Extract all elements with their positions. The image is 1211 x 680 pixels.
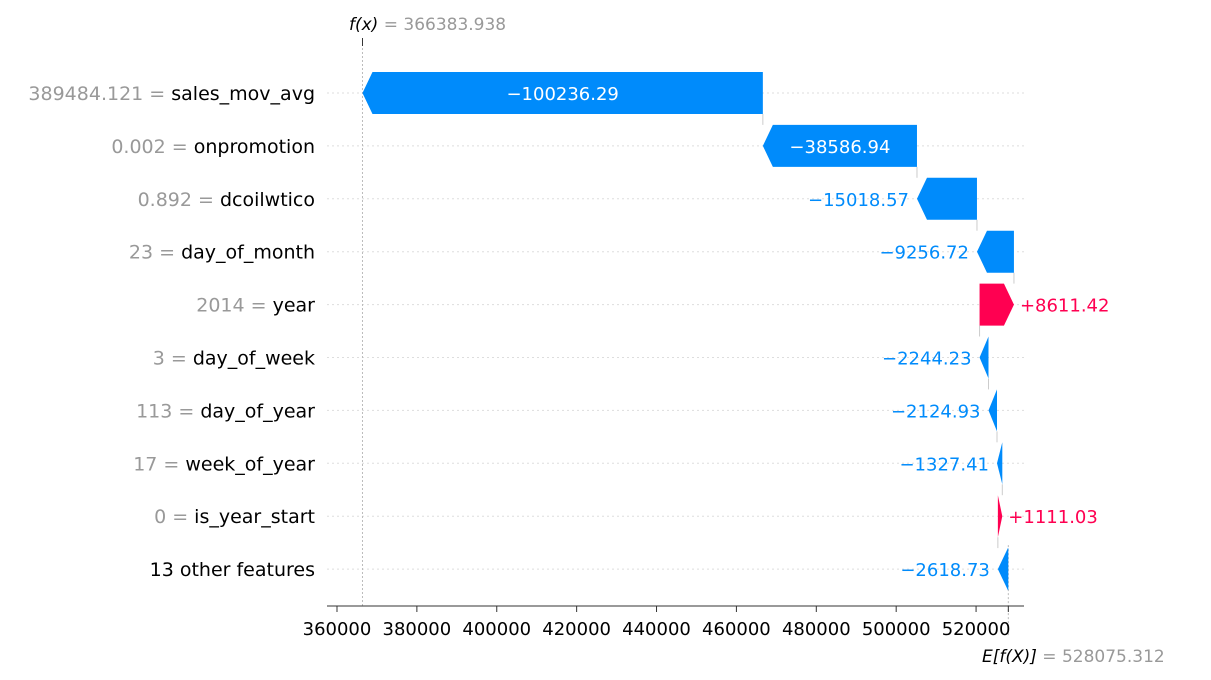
feature-value: 389484.121 =	[28, 83, 171, 105]
feature-value: 17 =	[133, 453, 185, 475]
feature-name: week_of_year	[185, 453, 315, 475]
feature-name: sales_mov_avg	[171, 83, 315, 105]
feature-value: 23 =	[129, 242, 181, 264]
feature-label: 23 = day_of_month	[129, 242, 315, 264]
bar-layer	[362, 72, 1014, 591]
shap-value-label: −9256.72	[879, 243, 969, 264]
x-tick-label: 360000	[303, 619, 372, 640]
label-layer: −100236.29 389484.121 = sales_mov_avg −385…	[28, 83, 1109, 581]
shap-bar-negative	[997, 548, 1009, 591]
feature-value: 0.002 =	[111, 136, 193, 158]
feature-value: 0 =	[154, 506, 194, 528]
ex-label: E[f(X)]	[982, 647, 1037, 667]
waterfall-chart: −100236.29 389484.121 = sales_mov_avg −385…	[28, 15, 1165, 667]
feature-value: 113 =	[136, 400, 200, 422]
x-tick-label: 420000	[542, 619, 611, 640]
feature-label: 0.002 = onpromotion	[111, 136, 315, 158]
grid-layer	[327, 92, 1024, 570]
feature-value: 3 =	[153, 348, 193, 370]
fx-value: 366383.938	[403, 15, 506, 35]
shap-value-label: −2244.23	[882, 349, 972, 370]
shap-value-label: +8611.42	[1020, 296, 1110, 317]
feature-label: 17 = week_of_year	[133, 453, 315, 475]
x-tick-label: 440000	[622, 619, 691, 640]
shap-value-label: −38586.94	[789, 137, 890, 158]
shap-value-label: −2618.73	[900, 560, 990, 581]
feature-label: 0.892 = dcoilwtico	[138, 189, 315, 211]
feature-name: is_year_start	[194, 506, 315, 528]
feature-name: 13 other features	[150, 559, 315, 581]
feature-value: 0.892 =	[138, 189, 220, 211]
feature-name: year	[273, 295, 316, 317]
shap-value-label: −15018.57	[808, 190, 909, 211]
x-tick-label: 380000	[383, 619, 452, 640]
x-tick-label: 500000	[862, 619, 931, 640]
feature-name: day_of_year	[200, 400, 315, 422]
feature-label: 3 = day_of_week	[153, 348, 315, 370]
ex-value: 528075.312	[1062, 647, 1165, 667]
feature-label: 113 = day_of_year	[136, 400, 315, 422]
feature-label: 13 other features	[150, 559, 315, 581]
shap-bar-negative	[988, 389, 997, 432]
ex-annotation: E[f(X)] = 528075.312	[982, 647, 1165, 667]
shap-value-label: −1327.41	[899, 454, 989, 475]
feature-name: day_of_week	[193, 348, 315, 370]
feature-name: onpromotion	[194, 136, 315, 158]
feature-value: 2014 =	[196, 295, 272, 317]
shap-value-label: −2124.93	[891, 401, 981, 422]
x-tick-label: 400000	[462, 619, 531, 640]
shap-value-label: −100236.29	[506, 84, 618, 105]
shap-value-label: +1111.03	[1008, 507, 1098, 528]
shap-bar-negative	[976, 230, 1014, 273]
shap-bar-positive	[979, 283, 1014, 326]
shap-bar-negative	[996, 442, 1003, 485]
shap-bar-positive	[997, 495, 1003, 538]
fx-equals: =	[378, 15, 403, 35]
x-axis: 360000 380000 400000 420000 440000 460000 4800…	[303, 605, 1024, 640]
shap-bar-negative	[979, 336, 989, 379]
shap-bar-negative	[916, 177, 977, 220]
feature-name: dcoilwtico	[220, 189, 315, 211]
feature-name: day_of_month	[181, 242, 315, 264]
fx-label: f(x)	[349, 15, 378, 35]
feature-label: 389484.121 = sales_mov_avg	[28, 83, 315, 105]
x-tick-label: 480000	[782, 619, 851, 640]
ex-equals: =	[1037, 647, 1062, 667]
fx-annotation: f(x) = 366383.938	[349, 15, 506, 35]
feature-label: 2014 = year	[196, 295, 315, 317]
x-tick-label: 460000	[702, 619, 771, 640]
feature-label: 0 = is_year_start	[154, 506, 315, 528]
x-tick-label: 520000	[942, 619, 1011, 640]
